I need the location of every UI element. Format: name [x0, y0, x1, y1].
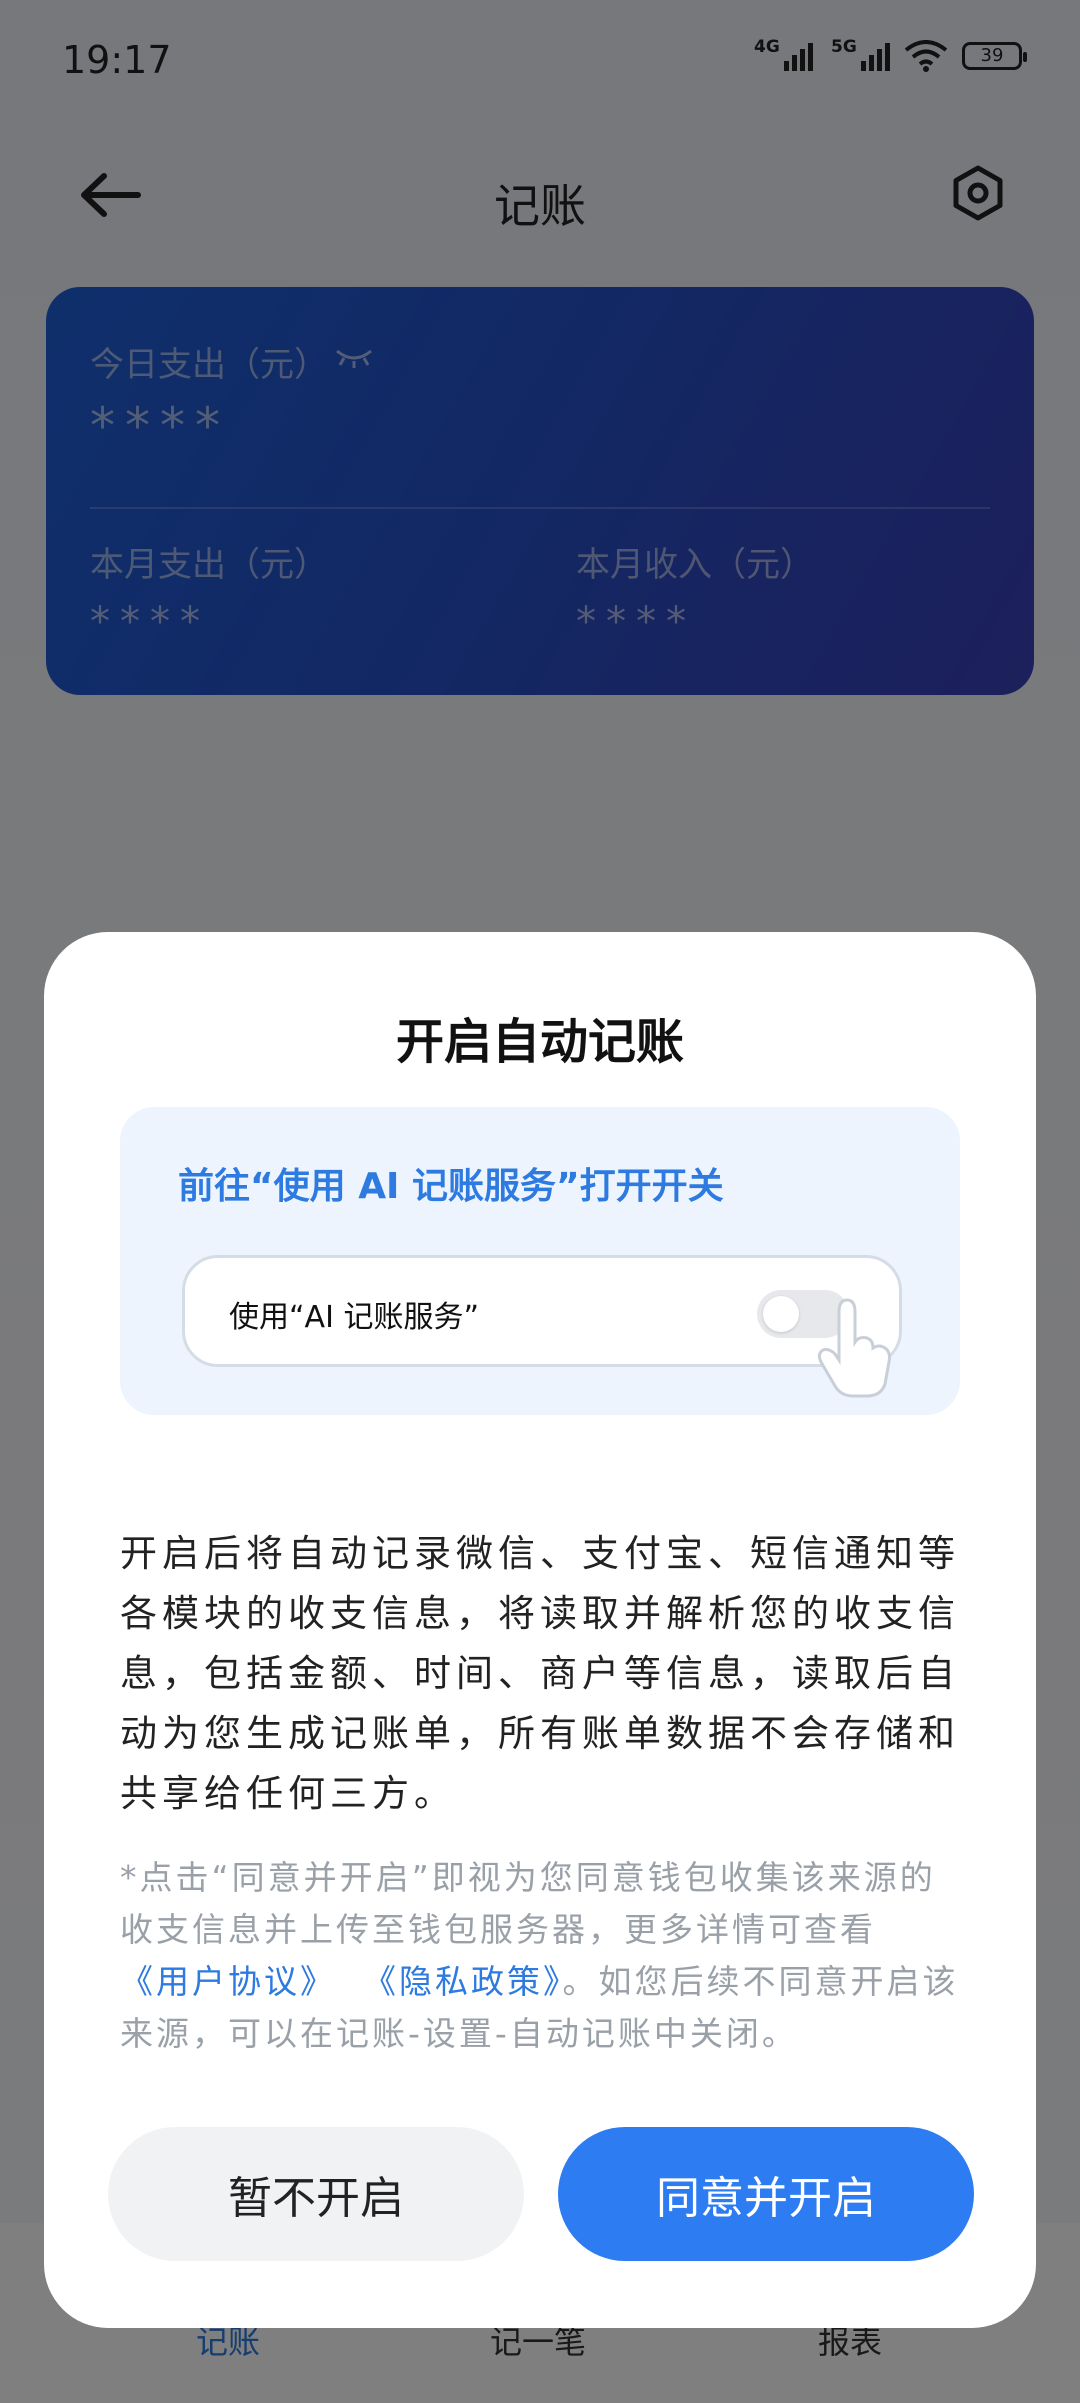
dialog-title: 开启自动记账: [395, 1014, 684, 1070]
ai-service-toggle-row: 使用“AI 记账服务”: [182, 1255, 902, 1398]
pointing-hand-icon: [817, 1298, 891, 1398]
guide-illustration: 前往“使用 AI 记账服务”打开开关 使用“AI 记账服务”: [120, 1107, 960, 1415]
privacy-policy-link[interactable]: 《隐私政策》: [363, 1962, 563, 2001]
guide-text: 前往“使用 AI 记账服务”打开开关: [178, 1166, 724, 1207]
decline-button[interactable]: 暂不开启: [108, 2127, 524, 2261]
dialog-note: *点击“同意并开启”即视为您同意钱包收集该来源的收支信息并上传至钱包服务器，更多…: [120, 1852, 968, 2060]
user-agreement-link[interactable]: 《用户协议》: [120, 1962, 336, 2001]
accept-button[interactable]: 同意并开启: [558, 2127, 974, 2261]
note-prefix: *点击“同意并开启”即视为您同意钱包收集该来源的收支信息并上传至钱包服务器，更多…: [120, 1858, 936, 1949]
auto-bookkeeping-dialog: 开启自动记账 前往“使用 AI 记账服务”打开开关 使用“AI 记账服务” 开启…: [44, 932, 1036, 2328]
dialog-body-text: 开启后将自动记录微信、支付宝、短信通知等各模块的收支信息，将读取并解析您的收支信…: [120, 1532, 960, 1815]
toggle-knob: [763, 1296, 799, 1332]
toggle-label: 使用“AI 记账服务”: [229, 1300, 479, 1335]
